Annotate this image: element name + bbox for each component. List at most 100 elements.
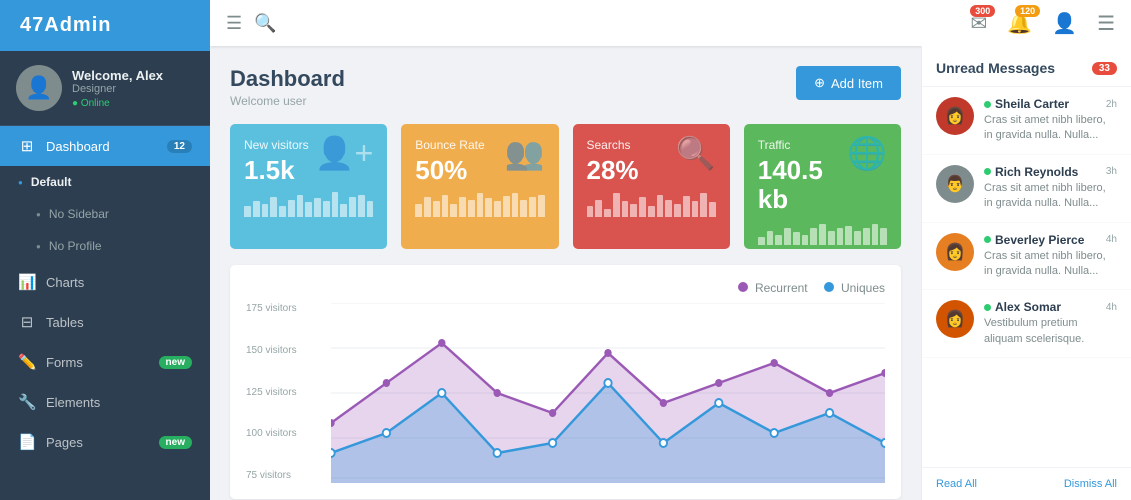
no-sidebar-label: No Sidebar: [49, 207, 109, 221]
right-panel: Unread Messages 33 👩 Sheila Carter 2h Cr…: [921, 46, 1131, 500]
msg-online-2: [984, 236, 991, 243]
msg-name-row-1: Rich Reynolds 3h: [984, 165, 1117, 179]
elements-label: Elements: [46, 395, 100, 410]
msg-time-1: 3h: [1106, 166, 1117, 177]
pages-icon: 📄: [18, 433, 36, 451]
charts-label: Charts: [46, 275, 84, 290]
sidebar-profile: 👤 Welcome, Alex Designer Online: [0, 51, 210, 126]
legend-uniques: Uniques: [824, 281, 885, 295]
msg-time-0: 2h: [1106, 99, 1117, 110]
tables-label: Tables: [46, 315, 84, 330]
msg-avatar-1: 👨: [936, 165, 974, 203]
sidebar-item-dashboard[interactable]: ⊞ Dashboard 12: [0, 126, 210, 166]
read-all-link[interactable]: Read All: [936, 478, 977, 490]
uniques-label: Uniques: [841, 281, 885, 295]
sidebar-item-label: Dashboard: [46, 139, 110, 154]
msg-name-2: Beverley Pierce: [984, 233, 1084, 247]
email-badge: 300: [970, 5, 995, 17]
message-item-2[interactable]: 👩 Beverley Pierce 4h Cras sit amet nibh …: [922, 223, 1131, 291]
chart-svg: [331, 303, 885, 483]
brand-logo: 47Admin: [0, 0, 210, 51]
msg-name-0: Sheila Carter: [984, 97, 1069, 111]
search-icon[interactable]: 🔍: [254, 13, 276, 34]
panel-header: Unread Messages 33: [922, 46, 1131, 87]
elements-icon: 🔧: [18, 393, 36, 411]
sidebar-item-pages[interactable]: 📄 Pages new: [0, 422, 210, 462]
msg-time-3: 4h: [1106, 302, 1117, 313]
sidebar-subheader-label: Default: [31, 175, 72, 189]
charts-icon: 📊: [18, 273, 36, 291]
bounce-rate-bars: [415, 185, 544, 221]
bounce-rate-label: Bounce Rate: [415, 138, 484, 152]
content-area: Dashboard Welcome user ⊕ Add Item New vi…: [210, 46, 1131, 500]
msg-body-0: Sheila Carter 2h Cras sit amet nibh libe…: [984, 97, 1117, 144]
msg-name-row-3: Alex Somar 4h: [984, 300, 1117, 314]
message-item-0[interactable]: 👩 Sheila Carter 2h Cras sit amet nibh li…: [922, 87, 1131, 155]
stat-card-bounce-rate: Bounce Rate 50% 👥: [401, 124, 558, 249]
user-icon[interactable]: 👤: [1052, 11, 1077, 36]
searchs-value: 28%: [587, 156, 639, 185]
traffic-label: Traffic: [758, 138, 847, 152]
bounce-rate-icon: 👥: [505, 134, 545, 172]
traffic-bars: [758, 213, 887, 249]
msg-text-3: Vestibulum pretium aliquam scelerisque.: [984, 316, 1117, 347]
msg-body-3: Alex Somar 4h Vestibulum pretium aliquam…: [984, 300, 1117, 347]
chart-legend: Recurrent Uniques: [246, 281, 885, 295]
bell-notification[interactable]: 🔔 120: [1007, 11, 1032, 36]
profile-name: Welcome, Alex: [72, 68, 163, 83]
sidebar: 47Admin 👤 Welcome, Alex Designer Online …: [0, 0, 210, 500]
pages-badge: new: [159, 436, 192, 449]
msg-avatar-2: 👩: [936, 233, 974, 271]
bell-badge: 120: [1015, 5, 1040, 17]
sidebar-item-tables[interactable]: ⊟ Tables: [0, 302, 210, 342]
sidebar-subheader-default: Default: [0, 166, 210, 198]
y-label-4: 75 visitors: [246, 470, 326, 481]
new-visitors-bars: [244, 185, 373, 221]
traffic-icon: 🌐: [847, 134, 887, 172]
page-title: Dashboard: [230, 66, 345, 92]
chart-container: Recurrent Uniques 175 visitors 150 visit…: [230, 265, 901, 499]
topbar: ☰ 🔍 ✉ 300 🔔 120 👤 ☰: [210, 0, 1131, 46]
sidebar-nav: ⊞ Dashboard 12 Default No Sidebar No Pro…: [0, 126, 210, 500]
main-container: ☰ 🔍 ✉ 300 🔔 120 👤 ☰ Dashboard Welcome us…: [210, 0, 1131, 500]
msg-body-2: Beverley Pierce 4h Cras sit amet nibh li…: [984, 233, 1117, 280]
sidebar-item-elements[interactable]: 🔧 Elements: [0, 382, 210, 422]
avatar: 👤: [16, 65, 62, 111]
sidebar-item-charts[interactable]: 📊 Charts: [0, 262, 210, 302]
sidebar-item-forms[interactable]: ✏️ Forms new: [0, 342, 210, 382]
legend-recurrent: Recurrent: [738, 281, 808, 295]
dashboard-badge: 12: [167, 140, 192, 153]
profile-info: Welcome, Alex Designer Online: [72, 68, 163, 109]
dismiss-all-link[interactable]: Dismiss All: [1064, 478, 1117, 490]
traffic-value: 140.5 kb: [758, 156, 847, 213]
add-item-label: Add Item: [831, 76, 883, 91]
bounce-rate-value: 50%: [415, 156, 484, 185]
forms-label: Forms: [46, 355, 83, 370]
message-item-3[interactable]: 👩 Alex Somar 4h Vestibulum pretium aliqu…: [922, 290, 1131, 358]
recurrent-dot: [738, 282, 748, 292]
email-notification[interactable]: ✉ 300: [970, 11, 987, 36]
msg-online-3: [984, 304, 991, 311]
profile-status: Online: [72, 98, 163, 109]
unread-badge: 33: [1092, 62, 1117, 75]
sidebar-item-no-profile[interactable]: No Profile: [0, 230, 210, 262]
new-visitors-label: New visitors: [244, 138, 309, 152]
stat-card-searchs: Searchs 28% 🔍: [573, 124, 730, 249]
more-menu-icon[interactable]: ☰: [1097, 11, 1115, 36]
menu-icon[interactable]: ☰: [226, 13, 242, 34]
msg-name-1: Rich Reynolds: [984, 165, 1078, 179]
panel-title: Unread Messages: [936, 60, 1055, 76]
y-label-0: 175 visitors: [246, 303, 326, 314]
msg-online-1: [984, 168, 991, 175]
msg-name-3: Alex Somar: [984, 300, 1061, 314]
add-item-button[interactable]: ⊕ Add Item: [796, 66, 901, 100]
page-subtitle: Welcome user: [230, 94, 345, 108]
sidebar-item-no-sidebar[interactable]: No Sidebar: [0, 198, 210, 230]
recurrent-label: Recurrent: [755, 281, 808, 295]
pages-label: Pages: [46, 435, 83, 450]
searchs-label: Searchs: [587, 138, 639, 152]
searchs-icon: 🔍: [676, 134, 716, 172]
message-item-1[interactable]: 👨 Rich Reynolds 3h Cras sit amet nibh li…: [922, 155, 1131, 223]
chart-area: 175 visitors 150 visitors 125 visitors 1…: [246, 303, 885, 483]
msg-text-0: Cras sit amet nibh libero, in gravida nu…: [984, 113, 1117, 144]
